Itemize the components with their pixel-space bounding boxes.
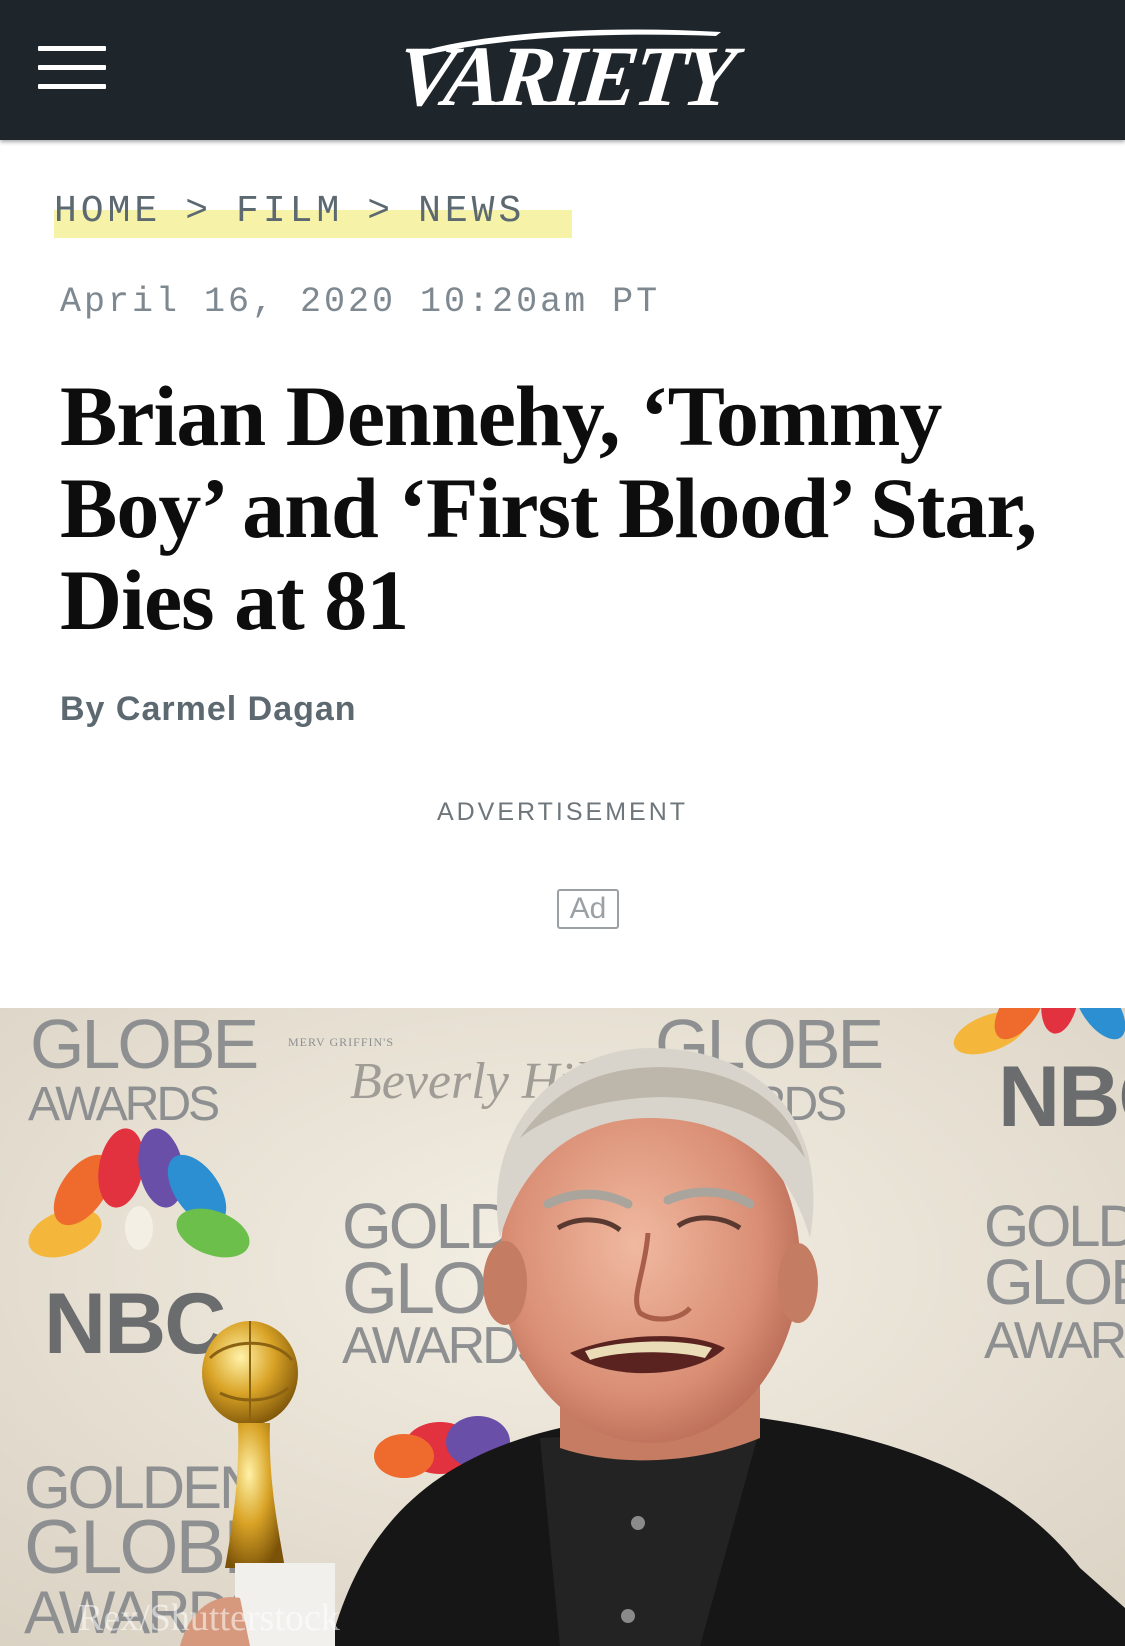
article-byline[interactable]: By Carmel Dagan bbox=[60, 690, 357, 729]
breadcrumb: HOME > FILM > NEWS bbox=[54, 190, 572, 238]
backdrop-globe-text: GLOBE bbox=[984, 1246, 1125, 1318]
article-photo[interactable]: GLOBE AWARDS NBC GOLDEN GLOBE AWARDS MER… bbox=[0, 1008, 1125, 1646]
breadcrumb-home-link[interactable]: HOME bbox=[54, 190, 161, 233]
backdrop-merv-text: MERV GRIFFIN'S bbox=[288, 1035, 394, 1049]
photo-credit: Rex/Shutterstock bbox=[78, 1597, 340, 1639]
variety-logo[interactable]: VARIETY bbox=[393, 22, 737, 124]
menu-line bbox=[38, 46, 106, 51]
backdrop-nbc-text: NBC bbox=[998, 1049, 1125, 1145]
breadcrumb-film-link[interactable]: FILM bbox=[236, 190, 343, 233]
article-date: April 16, 2020 10:20am PT bbox=[60, 282, 661, 322]
backdrop-awards-text: AWARDS bbox=[984, 1312, 1125, 1370]
menu-line bbox=[38, 84, 106, 89]
breadcrumb-separator: > bbox=[367, 190, 395, 233]
backdrop-awards-text: AWARDS bbox=[28, 1078, 218, 1131]
hamburger-menu-icon[interactable] bbox=[38, 46, 106, 92]
ad-badge[interactable]: Ad bbox=[557, 889, 619, 929]
breadcrumb-news-link[interactable]: NEWS bbox=[418, 190, 525, 233]
backdrop-globe-text: GLOBE bbox=[30, 1008, 257, 1083]
menu-line bbox=[38, 65, 106, 70]
backdrop-nbc-text: NBC bbox=[44, 1276, 224, 1372]
article-headline: Brian Dennehy, ‘Tommy Boy’ and ‘First Bl… bbox=[60, 368, 1037, 648]
advertisement-label: ADVERTISEMENT bbox=[436, 798, 689, 826]
breadcrumb-separator: > bbox=[185, 190, 213, 233]
logo-text: VARIETY bbox=[392, 28, 737, 124]
site-header: VARIETY bbox=[0, 0, 1125, 140]
photo-illustration: GLOBE AWARDS NBC GOLDEN GLOBE AWARDS MER… bbox=[0, 1008, 1125, 1646]
